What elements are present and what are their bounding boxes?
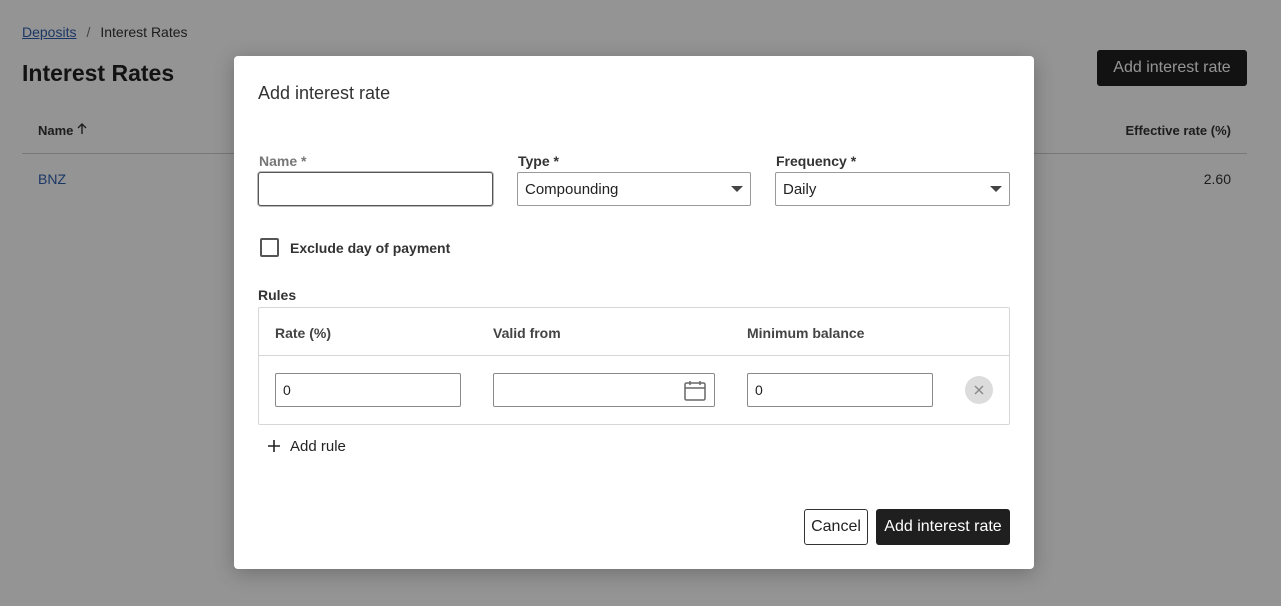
add-rule-button[interactable]: Add rule (268, 437, 346, 455)
rate-input[interactable]: 0 (275, 373, 461, 407)
frequency-select[interactable]: Daily (775, 172, 1010, 206)
plus-icon (268, 437, 280, 455)
type-field-label: Type * (518, 153, 559, 169)
table-row: 0 0 (259, 356, 1009, 424)
exclude-day-checkbox[interactable] (260, 238, 279, 257)
frequency-select-value: Daily (783, 180, 817, 198)
rate-input-value: 0 (283, 382, 291, 398)
exclude-day-checkbox-row[interactable]: Exclude day of payment (260, 238, 450, 257)
column-header-minimum-balance: Minimum balance (747, 325, 865, 341)
valid-from-input[interactable] (493, 373, 715, 407)
add-interest-rate-submit-button[interactable]: Add interest rate (876, 509, 1010, 545)
frequency-field-label: Frequency * (776, 153, 857, 169)
rules-table: Rate (%) Valid from Minimum balance 0 0 (258, 307, 1010, 425)
chevron-down-icon (990, 186, 1002, 192)
type-select[interactable]: Compounding (517, 172, 751, 206)
rules-label: Rules (258, 287, 297, 303)
close-icon (974, 382, 984, 399)
add-interest-rate-dialog: Add interest rate Name * Type * Compound… (234, 56, 1034, 569)
minimum-balance-input[interactable]: 0 (747, 373, 933, 407)
minimum-balance-input-value: 0 (755, 382, 763, 398)
chevron-down-icon (731, 186, 743, 192)
add-rule-label: Add rule (290, 437, 346, 455)
name-input[interactable] (258, 172, 493, 206)
exclude-day-checkbox-label: Exclude day of payment (290, 239, 451, 256)
type-select-value: Compounding (525, 180, 619, 198)
dialog-title: Add interest rate (258, 83, 391, 103)
column-header-valid-from: Valid from (493, 325, 561, 341)
remove-rule-button[interactable] (965, 376, 993, 404)
name-field-label: Name * (259, 153, 307, 169)
calendar-icon[interactable] (684, 380, 706, 401)
cancel-button[interactable]: Cancel (804, 509, 868, 545)
rules-table-header: Rate (%) Valid from Minimum balance (259, 308, 1009, 356)
column-header-rate: Rate (%) (275, 325, 332, 341)
